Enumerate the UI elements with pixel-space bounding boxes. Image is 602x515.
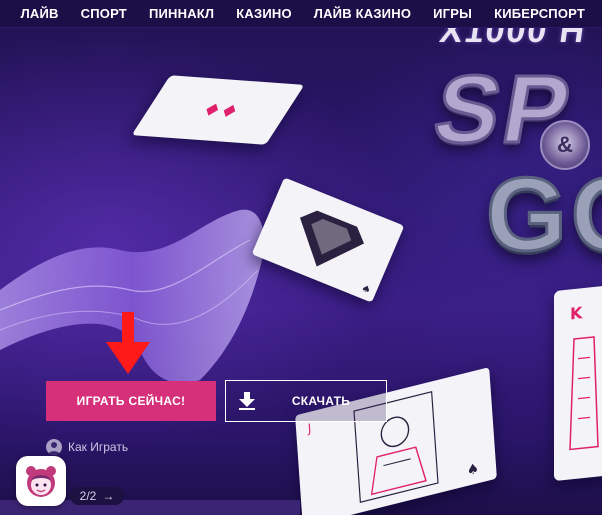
- next-arrow-icon[interactable]: →: [102, 489, 114, 503]
- king-figure-icon: K: [569, 303, 599, 451]
- promo-title-line-2: GO: [485, 157, 602, 273]
- hero-banner: X1000 H SP & GO ♠ ♠ J K: [0, 0, 602, 515]
- slide-pager[interactable]: 2/2 →: [70, 487, 124, 505]
- how-to-play-link[interactable]: Как Играть: [46, 439, 128, 455]
- nav-item-live[interactable]: ЛАЙВ: [10, 0, 70, 28]
- ribbon-decoration: [0, 209, 264, 384]
- download-icon: [226, 381, 268, 421]
- play-now-button[interactable]: ИГРАТЬ СЕЙЧАС!: [46, 381, 216, 421]
- nav-item-sport[interactable]: СПОРТ: [70, 0, 138, 28]
- chat-widget-icon: [26, 466, 56, 497]
- chat-widget-button[interactable]: [16, 456, 66, 506]
- how-to-play-label: Как Играть: [68, 440, 129, 454]
- top-navigation: ЛАЙВ СПОРТ ПИННАКЛ КАЗИНО ЛАЙВ КАЗИНО ИГ…: [0, 0, 602, 28]
- download-button[interactable]: СКАЧАТЬ: [225, 380, 387, 422]
- user-icon: [46, 439, 62, 455]
- playing-card-king-hearts: K: [554, 284, 602, 482]
- diamond-pips-icon: [206, 103, 236, 117]
- playing-card-two-diamonds: [131, 75, 305, 145]
- red-down-arrow-icon: [106, 312, 150, 374]
- svg-text:♠: ♠: [466, 461, 479, 480]
- slide-counter: 2/2: [79, 489, 97, 503]
- nav-item-games[interactable]: ИГРЫ: [422, 0, 483, 28]
- svg-text:J: J: [306, 421, 311, 436]
- nav-item-esports[interactable]: КИБЕРСПОРТ: [483, 0, 596, 28]
- download-button-label: СКАЧАТЬ: [291, 394, 351, 408]
- svg-text:♠: ♠: [359, 283, 372, 296]
- svg-text:K: K: [570, 303, 583, 323]
- nav-item-live-casino[interactable]: ЛАЙВ КАЗИНО: [303, 0, 422, 28]
- nav-item-pinnacle[interactable]: ПИННАКЛ: [138, 0, 225, 28]
- nav-item-casino[interactable]: КАЗИНО: [225, 0, 303, 28]
